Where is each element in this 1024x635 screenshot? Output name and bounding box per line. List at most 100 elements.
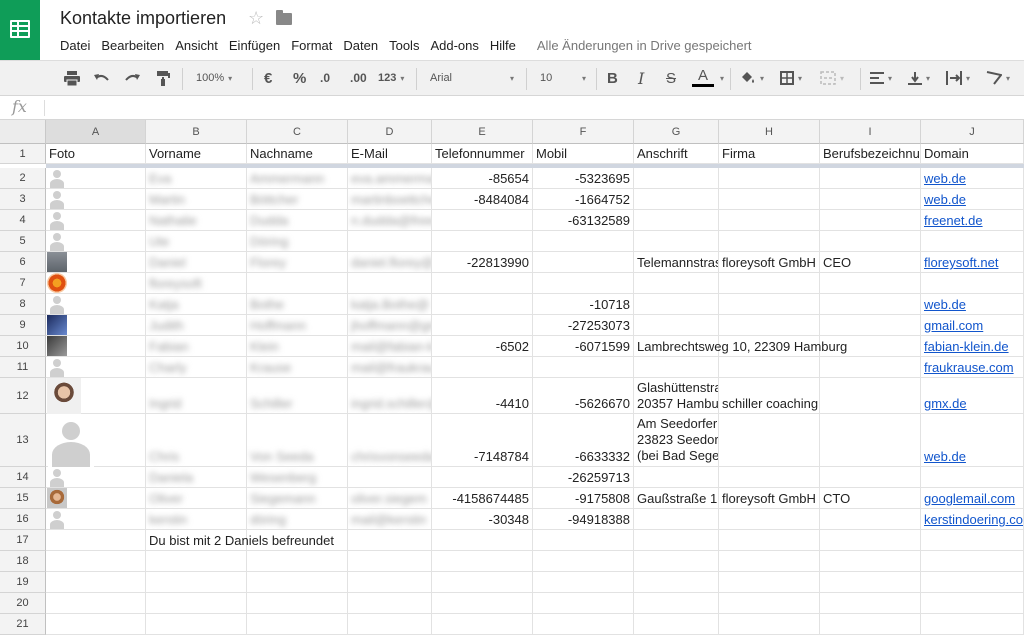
cell-i6[interactable]: CEO	[820, 252, 921, 273]
text-color-icon[interactable]: A	[692, 61, 714, 95]
cell-j6[interactable]: floreysoft.net	[921, 252, 1024, 273]
cell-j17[interactable]	[921, 530, 1024, 551]
cell-f16[interactable]: -94918388	[533, 509, 634, 530]
row-header-20[interactable]: 20	[0, 593, 46, 614]
cell-a1[interactable]: Foto	[46, 144, 146, 164]
cell-f10[interactable]: -6071599	[533, 336, 634, 357]
cell-b3[interactable]: Martin	[146, 189, 247, 210]
font-select[interactable]: Arial ▾	[430, 61, 514, 95]
cell-g3[interactable]	[634, 189, 719, 210]
cell-b12[interactable]: Ingrid	[146, 378, 247, 414]
cell-h14[interactable]	[719, 467, 820, 488]
cell-d17[interactable]	[348, 530, 432, 551]
row-header-15[interactable]: 15	[0, 488, 46, 509]
cell-i4[interactable]	[820, 210, 921, 231]
column-header-d[interactable]: D	[348, 120, 432, 144]
cell-i16[interactable]	[820, 509, 921, 530]
cell-j19[interactable]	[921, 572, 1024, 593]
cell-i2[interactable]	[820, 168, 921, 189]
cell-c20[interactable]	[247, 593, 348, 614]
row-header-12[interactable]: 12	[0, 378, 46, 414]
cell-c4[interactable]: Dudda	[247, 210, 348, 231]
cell-e15[interactable]: -4158674485	[432, 488, 533, 509]
cell-j8[interactable]: web.de	[921, 294, 1024, 315]
row-header-18[interactable]: 18	[0, 551, 46, 572]
menu-bearbeiten[interactable]: Bearbeiten	[101, 38, 164, 53]
row-header-9[interactable]: 9	[0, 315, 46, 336]
menu-einfuegen[interactable]: Einfügen	[229, 38, 280, 53]
cell-d18[interactable]	[348, 551, 432, 572]
cell-g15[interactable]: Gaußstraße 1	[634, 488, 719, 509]
cell-b19[interactable]	[146, 572, 247, 593]
cell-e3[interactable]: -8484084	[432, 189, 533, 210]
cell-d5[interactable]	[348, 231, 432, 252]
cell-j20[interactable]	[921, 593, 1024, 614]
save-status[interactable]: Alle Änderungen in Drive gespeichert	[537, 38, 752, 53]
row-header-16[interactable]: 16	[0, 509, 46, 530]
cell-h8[interactable]	[719, 294, 820, 315]
cell-g12[interactable]: Glashüttenstrasse 20357 Hamburg	[634, 378, 719, 414]
cell-f18[interactable]	[533, 551, 634, 572]
cell-i21[interactable]	[820, 614, 921, 635]
cell-c9[interactable]: Hoffmann	[247, 315, 348, 336]
cell-e13[interactable]: -7148784	[432, 414, 533, 467]
cell-d3[interactable]: martinboettcher@	[348, 189, 432, 210]
cell-f5[interactable]	[533, 231, 634, 252]
cell-d12[interactable]: ingrid.schiller@	[348, 378, 432, 414]
select-all-corner[interactable]	[0, 120, 49, 144]
cell-a5[interactable]	[46, 231, 146, 252]
column-header-e[interactable]: E	[432, 120, 533, 144]
cell-g11[interactable]	[634, 357, 719, 378]
cell-b8[interactable]: Katja	[146, 294, 247, 315]
cell-g17[interactable]	[634, 530, 719, 551]
cell-f15[interactable]: -9175808	[533, 488, 634, 509]
cell-c18[interactable]	[247, 551, 348, 572]
cell-e16[interactable]: -30348	[432, 509, 533, 530]
redo-icon[interactable]	[124, 61, 140, 95]
cell-d16[interactable]: mail@kerstin	[348, 509, 432, 530]
cell-i12[interactable]	[820, 378, 921, 414]
cell-e7[interactable]	[432, 273, 533, 294]
cell-f20[interactable]	[533, 593, 634, 614]
cell-f7[interactable]	[533, 273, 634, 294]
cell-h15[interactable]: floreysoft GmbH	[719, 488, 820, 509]
cell-c11[interactable]: Krause	[247, 357, 348, 378]
cell-d21[interactable]	[348, 614, 432, 635]
cell-g6[interactable]: Telemannstrasse	[634, 252, 719, 273]
cell-c8[interactable]: Bothe	[247, 294, 348, 315]
currency-format-button[interactable]: €	[264, 61, 272, 95]
cell-j2[interactable]: web.de	[921, 168, 1024, 189]
cell-a10[interactable]	[46, 336, 146, 357]
cell-c1[interactable]: Nachname	[247, 144, 348, 164]
cell-h11[interactable]	[719, 357, 820, 378]
cell-f1[interactable]: Mobil	[533, 144, 634, 164]
text-rotation-icon[interactable]: ▾	[986, 61, 1010, 95]
cell-g5[interactable]	[634, 231, 719, 252]
cell-b15[interactable]: Oliver	[146, 488, 247, 509]
cell-h2[interactable]	[719, 168, 820, 189]
column-header-h[interactable]: H	[719, 120, 820, 144]
cell-j12[interactable]: gmx.de	[921, 378, 1024, 414]
cell-c13[interactable]: Von Seeda	[247, 414, 348, 467]
cell-h1[interactable]: Firma	[719, 144, 820, 164]
cell-b17[interactable]: Du bist mit 2 Daniels befreundet	[146, 530, 334, 551]
cell-j18[interactable]	[921, 551, 1024, 572]
cell-i15[interactable]: CTO	[820, 488, 921, 509]
strikethrough-icon[interactable]: S	[666, 61, 676, 95]
cell-d15[interactable]: oliver.siegem	[348, 488, 432, 509]
cell-g1[interactable]: Anschrift	[634, 144, 719, 164]
cell-b13[interactable]: Chris	[146, 414, 247, 467]
cell-i20[interactable]	[820, 593, 921, 614]
cell-h6[interactable]: floreysoft GmbH	[719, 252, 820, 273]
cell-h9[interactable]	[719, 315, 820, 336]
cell-g9[interactable]	[634, 315, 719, 336]
column-header-j[interactable]: J	[921, 120, 1024, 144]
cell-i19[interactable]	[820, 572, 921, 593]
cell-e6[interactable]: -22813990	[432, 252, 533, 273]
menu-hilfe[interactable]: Hilfe	[490, 38, 516, 53]
decrease-decimals-button[interactable]: .0	[320, 61, 330, 95]
cell-c12[interactable]: Schiller	[247, 378, 348, 414]
cell-g14[interactable]	[634, 467, 719, 488]
cell-g16[interactable]	[634, 509, 719, 530]
cell-i11[interactable]	[820, 357, 921, 378]
